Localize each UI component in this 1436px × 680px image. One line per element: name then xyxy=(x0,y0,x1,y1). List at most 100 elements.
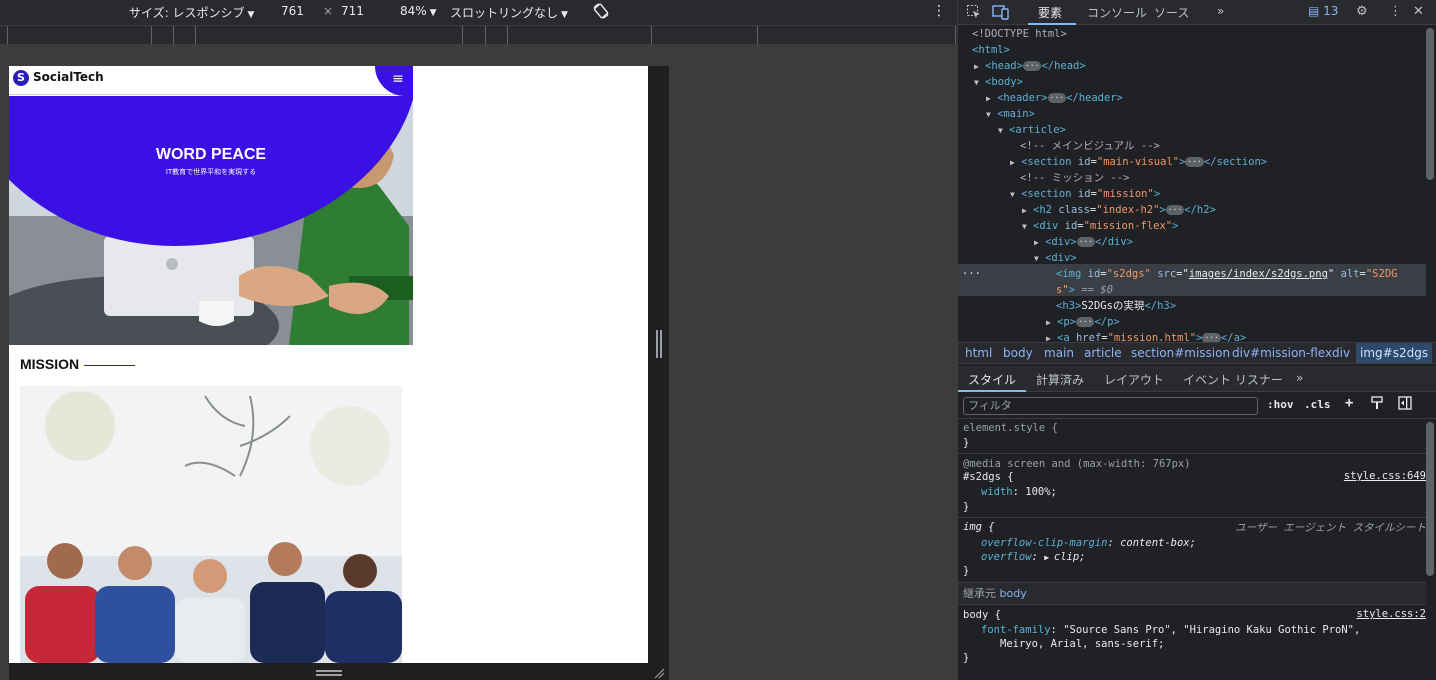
heading-underline xyxy=(84,365,135,366)
hero-subtitle: IT教育で世界平和を実現する xyxy=(165,168,257,176)
tab-event-listeners[interactable]: イベント リスナー xyxy=(1183,371,1283,388)
hamburger-menu-button[interactable]: ≡ xyxy=(375,66,413,96)
tab-layout[interactable]: レイアウト xyxy=(1104,371,1164,388)
css-declaration[interactable]: width: 100%; xyxy=(981,485,1057,499)
more-tabs-icon[interactable]: » xyxy=(1296,371,1303,385)
browser-window: サイズ: レスポンシブ ▼ 761 × 711 84% ▼ スロットリングなし ▼ ⋮ xyxy=(0,0,1436,680)
dom-node[interactable]: ▼ <article> xyxy=(958,122,1426,138)
stylesheet-link[interactable]: style.css:2 xyxy=(1356,608,1426,620)
breadcrumb-item[interactable]: div xyxy=(1332,346,1350,360)
breadcrumb-item-selected[interactable]: img#s2dgs xyxy=(1356,343,1433,363)
tab-computed[interactable]: 計算済み xyxy=(1036,371,1084,388)
breadcrumb-item[interactable]: article xyxy=(1084,346,1122,360)
chevron-down-icon: ▼ xyxy=(247,10,255,20)
cls-toggle[interactable]: .cls xyxy=(1304,398,1331,411)
more-tabs-icon[interactable]: » xyxy=(1217,4,1224,18)
issues-counter[interactable]: ▤ 13 xyxy=(1308,4,1338,18)
dom-node[interactable]: ▶ <section id="main-visual"> ··· </section> xyxy=(958,154,1426,170)
breadcrumb-item[interactable]: section#mission xyxy=(1131,346,1230,360)
dom-comment[interactable]: <!-- メインビジュアル --> xyxy=(958,138,1426,154)
dom-node[interactable]: ▶ <head> ··· </head> xyxy=(958,58,1426,74)
s2dgs-image xyxy=(20,386,402,663)
website-page: S SocialTech ≡ WORD PEACE IT教育で世界平和を実現する… xyxy=(9,66,413,663)
paint-brush-icon[interactable] xyxy=(1370,396,1384,413)
device-toggle-icon[interactable] xyxy=(992,4,1010,24)
breadcrumb-item[interactable]: div#mission-flex xyxy=(1232,346,1332,360)
hov-toggle[interactable]: :hov xyxy=(1267,398,1294,411)
device-size-select[interactable]: サイズ: レスポンシブ ▼ xyxy=(129,4,254,21)
add-rule-icon[interactable]: + xyxy=(1345,395,1353,411)
more-options-icon[interactable]: ⋮ xyxy=(932,3,946,19)
corner-resize-icon[interactable] xyxy=(653,667,665,679)
breadcrumb-item[interactable]: main xyxy=(1044,346,1074,360)
dom-node[interactable]: ▼ <body> xyxy=(958,74,1426,90)
active-tab-indicator xyxy=(1028,23,1076,25)
dom-comment[interactable]: <!-- ミッション --> xyxy=(958,170,1426,186)
more-options-icon[interactable]: ⋮ xyxy=(1389,4,1402,19)
mission-heading: MISSION xyxy=(20,356,80,372)
tab-sources[interactable]: ソース xyxy=(1154,4,1189,21)
drag-grip-icon[interactable] xyxy=(316,670,342,676)
devtools-panel: 要素 コンソール ソース » ▤ 13 ⚙ ⋮ ✕ <!DOCTYPE html… xyxy=(957,0,1436,680)
breadcrumb-item[interactable]: body xyxy=(1003,346,1033,360)
logo-text[interactable]: SocialTech xyxy=(33,70,104,84)
inspect-element-icon[interactable] xyxy=(966,4,982,24)
inherited-link[interactable]: body xyxy=(1000,587,1027,600)
zoom-select[interactable]: 84% ▼ xyxy=(400,4,437,18)
dom-node[interactable]: ▼ <div> xyxy=(958,250,1426,266)
rule-selector: body { xyxy=(963,609,1001,621)
stylesheet-link[interactable]: style.css:649 xyxy=(1344,470,1426,482)
expand-triangle-icon[interactable]: ▶ xyxy=(1044,553,1054,562)
dom-node[interactable]: ▶ <header> ··· </header> xyxy=(958,90,1426,106)
more-icon: ··· xyxy=(962,268,981,280)
rotate-icon[interactable] xyxy=(592,2,610,23)
style-rule-img[interactable]: img { ユーザー エージェント スタイルシート overflow-clip-… xyxy=(958,520,1426,583)
viewport-area: S SocialTech ≡ WORD PEACE IT教育で世界平和を実現する… xyxy=(0,44,957,680)
dom-node[interactable]: ▼ <section id="mission"> xyxy=(958,186,1426,202)
dom-node[interactable]: ▶ <h2 class="index-h2"> ··· </h2> xyxy=(958,202,1426,218)
drag-grip-icon[interactable] xyxy=(656,330,662,358)
chevron-down-icon: ▼ xyxy=(561,10,568,20)
height-input[interactable]: 711 xyxy=(341,4,364,18)
resize-handle-right[interactable] xyxy=(648,66,669,680)
style-rule-body[interactable]: body { style.css:2 font-family: "Source … xyxy=(958,606,1426,666)
dom-node-selected[interactable]: ··· <img id="s2dgs" src="images/index/s2d… xyxy=(958,266,1426,282)
css-value-continuation: Meiryo, Arial, sans-serif; xyxy=(1000,638,1165,650)
dom-node[interactable]: ▼ <main> xyxy=(958,106,1426,122)
styles-scrollbar[interactable] xyxy=(1426,422,1434,576)
css-declaration[interactable]: font-family: "Source Sans Pro", "Hiragin… xyxy=(981,623,1360,637)
tab-elements[interactable]: 要素 xyxy=(1038,4,1062,21)
sidebar-toggle-icon[interactable] xyxy=(1398,396,1412,413)
logo-icon[interactable]: S xyxy=(13,70,29,86)
breadcrumb-item[interactable]: html xyxy=(965,346,992,360)
styles-subtabs: スタイル 計算済み レイアウト イベント リスナー » xyxy=(958,366,1436,392)
dom-node[interactable]: ▶ <div> ··· </div> xyxy=(958,234,1426,250)
message-icon: ▤ xyxy=(1308,4,1320,18)
css-declaration[interactable]: overflow-clip-margin: content-box; xyxy=(981,536,1196,550)
settings-gear-icon[interactable]: ⚙ xyxy=(1356,4,1368,19)
rule-close: } xyxy=(963,437,970,449)
tab-console[interactable]: コンソール xyxy=(1087,4,1147,21)
breadcrumb: html body main article section#mission d… xyxy=(958,342,1436,364)
css-declaration[interactable]: overflow: ▶ clip; xyxy=(981,550,1085,564)
dom-node[interactable]: ▶ <a href="mission.html"> ··· </a> xyxy=(958,330,1426,342)
style-rule-s2dgs[interactable]: @media screen and (max-width: 767px) #s2… xyxy=(958,456,1426,518)
filter-input[interactable] xyxy=(963,397,1258,415)
hero-title: WORD PEACE xyxy=(155,146,267,163)
dom-node[interactable]: <!DOCTYPE html> xyxy=(958,26,1426,42)
media-query: @media screen and (max-width: 767px) xyxy=(963,458,1191,470)
throttle-select[interactable]: スロットリングなし ▼ xyxy=(450,4,568,21)
chevron-down-icon: ▼ xyxy=(429,8,437,18)
style-rule-element[interactable]: element.style { } xyxy=(958,420,1426,454)
dom-node[interactable]: ▶ <p> ··· </p> xyxy=(958,314,1426,330)
width-input[interactable]: 761 xyxy=(281,4,304,18)
tab-styles[interactable]: スタイル xyxy=(968,371,1016,388)
close-icon[interactable]: ✕ xyxy=(1413,4,1424,19)
dom-scrollbar[interactable] xyxy=(1426,28,1434,180)
dom-node[interactable]: ▼ <div id="mission-flex"> xyxy=(958,218,1426,234)
dom-node-selected-cont[interactable]: s"> == $0 xyxy=(958,282,1426,298)
dom-node[interactable]: <h3>S2DGsの実現</h3> xyxy=(958,298,1426,314)
dom-node[interactable]: <html> xyxy=(958,42,1426,58)
inherited-header: 継承元 body xyxy=(958,583,1426,605)
device-toolbar: サイズ: レスポンシブ ▼ 761 × 711 84% ▼ スロットリングなし ▼ ⋮ xyxy=(0,0,957,25)
